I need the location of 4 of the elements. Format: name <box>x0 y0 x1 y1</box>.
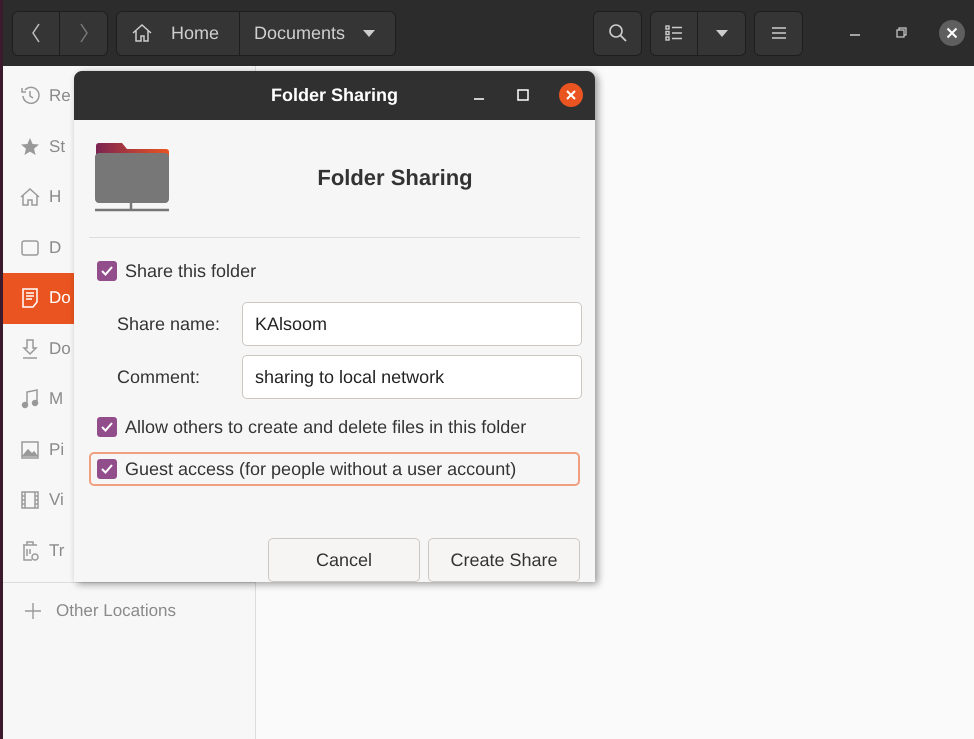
dialog-heading: Folder Sharing <box>316 165 474 191</box>
field-label: Comment: <box>117 366 202 388</box>
field-label: Share name: <box>117 314 222 334</box>
dialog-title: Folder Sharing <box>270 85 398 106</box>
